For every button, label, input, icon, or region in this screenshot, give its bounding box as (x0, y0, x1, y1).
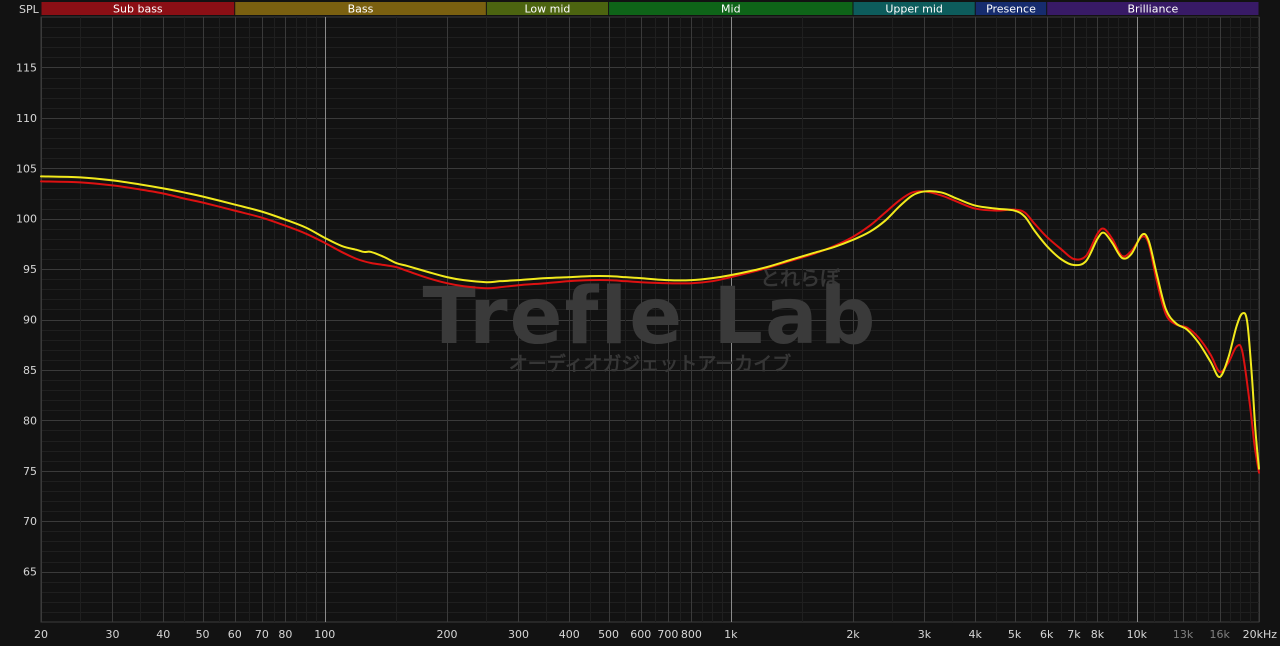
band-label-upper-mid: Upper mid (885, 3, 943, 16)
x-tick-label: 400 (559, 628, 580, 641)
x-tick-label: 80 (278, 628, 292, 641)
y-tick-label: 75 (23, 465, 37, 478)
x-tick-label: 2k (846, 628, 860, 641)
x-tick-label: 70 (255, 628, 269, 641)
x-tick-label: 16k (1209, 628, 1230, 641)
y-tick-label: 105 (16, 162, 37, 175)
band-label-low-mid: Low mid (524, 3, 570, 16)
band-label-sub-bass: Sub bass (113, 3, 163, 16)
x-tick-label: 40 (156, 628, 170, 641)
x-tick-label: 10k (1127, 628, 1148, 641)
x-tick-label: 4k (969, 628, 983, 641)
x-tick-label: 6k (1040, 628, 1054, 641)
y-tick-label: 95 (23, 263, 37, 276)
y-tick-label: 110 (16, 112, 37, 125)
y-tick-label: 80 (23, 414, 37, 427)
band-label-presence: Presence (986, 3, 1036, 16)
x-tick-label: 13k (1173, 628, 1194, 641)
y-tick-label: 85 (23, 364, 37, 377)
x-tick-label: 50 (196, 628, 210, 641)
frequency-response-chart: Sub bass Bass Low mid Mid Upper mid Presence B… (0, 0, 1280, 646)
x-tick-label: 5k (1008, 628, 1022, 641)
x-tick-label: 1k (724, 628, 738, 641)
watermark-main: Trefle Lab (423, 272, 878, 362)
x-tick-label: 700 (657, 628, 678, 641)
y-tick-label: 70 (23, 515, 37, 528)
x-tick-label: 3k (918, 628, 932, 641)
y-tick-label: 115 (16, 61, 37, 74)
x-tick-label: 20 (34, 628, 48, 641)
watermark-sub: オーディオガジェットアーカイブ (509, 352, 792, 375)
x-tick-label: 300 (508, 628, 529, 641)
band-label-mid: Mid (721, 3, 741, 16)
x-tick-label: 20kHz (1243, 628, 1278, 641)
x-tick-label: 600 (630, 628, 651, 641)
x-tick-label: 7k (1067, 628, 1081, 641)
y-tick-label: 100 (16, 213, 37, 226)
y-tick-label: 65 (23, 566, 37, 579)
x-tick-label: 200 (437, 628, 458, 641)
x-tick-label: 500 (598, 628, 619, 641)
band-label-bass: Bass (348, 3, 374, 16)
x-tick-label: 60 (228, 628, 242, 641)
x-tick-label: 8k (1091, 628, 1105, 641)
y-tick-label: 90 (23, 314, 37, 327)
y-axis-label: SPL (19, 3, 40, 16)
x-tick-label: 800 (681, 628, 702, 641)
x-tick-label: 100 (314, 628, 335, 641)
x-tick-label: 30 (105, 628, 119, 641)
band-label-brilliance: Brilliance (1127, 3, 1178, 16)
frequency-bands: Sub bass Bass Low mid Mid Upper mid Presence B… (41, 2, 1259, 16)
